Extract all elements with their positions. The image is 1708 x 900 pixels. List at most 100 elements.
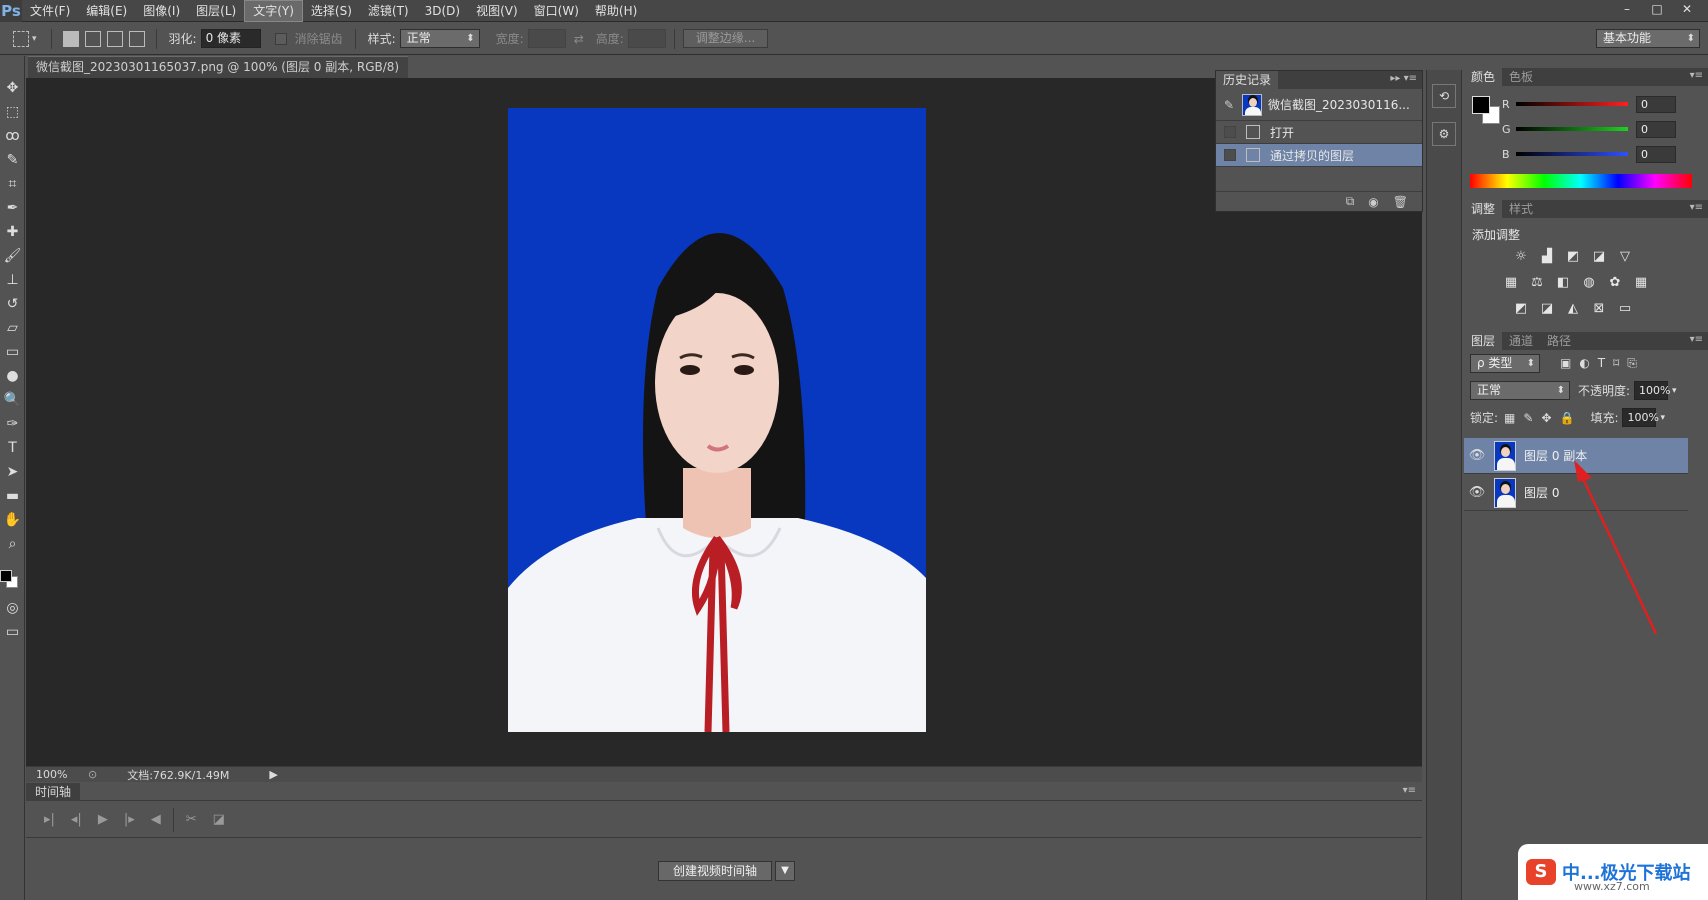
posterize-icon[interactable]: ◪ xyxy=(1539,301,1555,317)
portrait-photo[interactable] xyxy=(508,108,926,732)
hand-tool-icon[interactable]: ✋ xyxy=(0,508,25,532)
maximize-button[interactable]: □ xyxy=(1642,0,1672,18)
type-tool-icon[interactable]: T xyxy=(0,436,25,460)
eraser-tool-icon[interactable]: ▱ xyxy=(0,316,25,340)
new-document-from-state-icon[interactable]: ⧉ xyxy=(1346,194,1355,209)
timeline-tab[interactable]: 时间轴 xyxy=(26,783,81,801)
zoom-tool-icon[interactable]: ⌕ xyxy=(0,532,25,556)
new-snapshot-camera-icon[interactable]: ◉ xyxy=(1368,195,1378,209)
menu-type[interactable]: 文字(Y) xyxy=(244,0,303,22)
history-menu-icon[interactable]: ▸▸ ▾≡ xyxy=(1390,73,1417,84)
history-item-layer-via-copy[interactable]: 通过拷贝的图层 xyxy=(1216,144,1422,167)
height-input[interactable] xyxy=(627,29,666,48)
timeline-dropdown-icon[interactable]: ▼ xyxy=(775,861,796,881)
document-tab[interactable]: 微信截图_20230301165037.png @ 100% (图层 0 副本,… xyxy=(28,56,408,94)
style-select[interactable]: 正常 xyxy=(399,29,480,48)
green-slider[interactable] xyxy=(1516,127,1628,131)
green-value-input[interactable]: 0 xyxy=(1636,120,1676,138)
tab-adjustments[interactable]: 调整 xyxy=(1464,200,1503,218)
menu-window[interactable]: 窗口(W) xyxy=(526,0,587,22)
healing-brush-tool-icon[interactable]: ✚ xyxy=(0,220,25,244)
hue-saturation-icon[interactable]: ▦ xyxy=(1503,275,1519,291)
tab-history[interactable]: 历史记录 xyxy=(1216,71,1279,89)
foreground-color-swatch[interactable] xyxy=(0,570,12,582)
zoom-level[interactable]: 100% xyxy=(36,768,82,781)
tab-paths[interactable]: 路径 xyxy=(1540,332,1578,350)
next-frame-icon[interactable]: |▸ xyxy=(124,812,135,827)
path-select-tool-icon[interactable]: ➤ xyxy=(0,460,25,484)
transition-icon[interactable]: ◪ xyxy=(213,812,225,827)
history-brush-tool-icon[interactable]: ↺ xyxy=(0,292,25,316)
go-first-frame-icon[interactable]: ▸| xyxy=(44,812,55,827)
prev-frame-icon[interactable]: ◂| xyxy=(71,812,82,827)
invert-icon[interactable]: ◩ xyxy=(1513,301,1529,317)
timeline-menu-icon[interactable]: ▾≡ xyxy=(1403,785,1416,796)
refine-edge-button[interactable]: 调整边缘... xyxy=(682,29,769,48)
quick-mask-icon[interactable]: ◎ xyxy=(0,596,25,620)
quick-select-tool-icon[interactable]: ✎ xyxy=(0,148,25,172)
menu-select[interactable]: 选择(S) xyxy=(303,0,360,22)
color-panel-menu-icon[interactable]: ▾≡ xyxy=(1690,70,1703,81)
vibrance-icon[interactable]: ▽ xyxy=(1617,249,1633,265)
history-source-checkbox[interactable] xyxy=(1224,126,1236,138)
history-panel-icon[interactable]: ⟲ xyxy=(1432,84,1456,108)
eye-visibility-icon[interactable]: 👁 xyxy=(1464,448,1490,463)
tab-styles[interactable]: 样式 xyxy=(1502,200,1540,218)
dodge-tool-icon[interactable]: 🔍 xyxy=(0,388,25,412)
blue-value-input[interactable]: 0 xyxy=(1636,145,1676,163)
preset-dropdown-icon[interactable]: ▾ xyxy=(32,34,37,44)
tab-channels[interactable]: 通道 xyxy=(1502,332,1540,350)
tab-swatches[interactable]: 色板 xyxy=(1502,68,1540,86)
menu-layer[interactable]: 图层(L) xyxy=(188,0,244,22)
play-icon[interactable]: ▶ xyxy=(98,812,108,827)
history-brush-source-icon[interactable]: ✎ xyxy=(1216,98,1242,112)
adjustments-menu-icon[interactable]: ▾≡ xyxy=(1690,202,1703,213)
opacity-input[interactable]: 100% xyxy=(1634,381,1671,400)
layer-filter-icons[interactable]: ▣◐T⌑⎘ xyxy=(1560,356,1645,371)
clone-stamp-tool-icon[interactable]: ⊥ xyxy=(0,268,25,292)
brush-tool-icon[interactable]: 🖌 xyxy=(0,244,25,268)
new-selection-icon[interactable] xyxy=(62,30,79,47)
gradient-map-icon[interactable]: ▭ xyxy=(1617,301,1633,317)
history-snapshot[interactable]: ✎ 微信截图_2023030116... xyxy=(1216,89,1422,121)
history-source-checkbox[interactable] xyxy=(1224,149,1236,161)
tab-layers[interactable]: 图层 xyxy=(1464,332,1503,350)
channel-mixer-icon[interactable]: ✿ xyxy=(1607,275,1623,291)
width-input[interactable] xyxy=(527,29,566,48)
shape-tool-icon[interactable]: ▬ xyxy=(0,484,25,508)
exposure-icon[interactable]: ◪ xyxy=(1591,249,1607,265)
add-selection-icon[interactable] xyxy=(84,30,101,47)
levels-icon[interactable]: ▟ xyxy=(1539,249,1555,265)
minimize-button[interactable]: – xyxy=(1612,0,1642,18)
gradient-tool-icon[interactable]: ▭ xyxy=(0,340,25,364)
menu-file[interactable]: 文件(F) xyxy=(22,0,78,22)
intersect-selection-icon[interactable] xyxy=(128,30,145,47)
fill-input[interactable]: 100% xyxy=(1622,408,1659,427)
lasso-tool-icon[interactable]: ꝏ xyxy=(0,124,25,148)
menu-3d[interactable]: 3D(D) xyxy=(417,0,468,22)
color-spectrum-ramp[interactable] xyxy=(1470,174,1692,188)
properties-panel-icon[interactable]: ⚙ xyxy=(1432,122,1456,146)
audio-icon[interactable]: ◀ xyxy=(151,812,161,827)
antialias-checkbox[interactable] xyxy=(274,32,287,45)
red-slider[interactable] xyxy=(1516,102,1628,106)
zoom-proof-icon[interactable]: ⊙ xyxy=(88,768,97,781)
swap-icon[interactable]: ⇄ xyxy=(574,32,584,46)
red-value-input[interactable]: 0 xyxy=(1636,95,1676,113)
layer-name[interactable]: 图层 0 xyxy=(1524,484,1559,501)
close-window-button[interactable]: ✕ xyxy=(1672,0,1702,18)
color-balance-icon[interactable]: ⚖ xyxy=(1529,275,1545,291)
photo-filter-icon[interactable]: ◍ xyxy=(1581,275,1597,291)
marquee-tool-icon[interactable]: ⬚ xyxy=(0,100,25,124)
feather-input[interactable]: 0 像素 xyxy=(200,29,261,48)
curves-icon[interactable]: ◩ xyxy=(1565,249,1581,265)
color-lookup-icon[interactable]: ▦ xyxy=(1633,275,1649,291)
subtract-selection-icon[interactable] xyxy=(106,30,123,47)
layers-menu-icon[interactable]: ▾≡ xyxy=(1690,334,1703,345)
fill-dropdown-icon[interactable]: ▾ xyxy=(1660,413,1665,423)
crop-tool-icon[interactable]: ⌗ xyxy=(0,172,25,196)
delete-state-trash-icon[interactable]: 🗑 xyxy=(1393,195,1408,209)
eyedropper-tool-icon[interactable]: ✒ xyxy=(0,196,25,220)
split-scissors-icon[interactable]: ✂ xyxy=(186,812,197,827)
black-white-icon[interactable]: ◧ xyxy=(1555,275,1571,291)
